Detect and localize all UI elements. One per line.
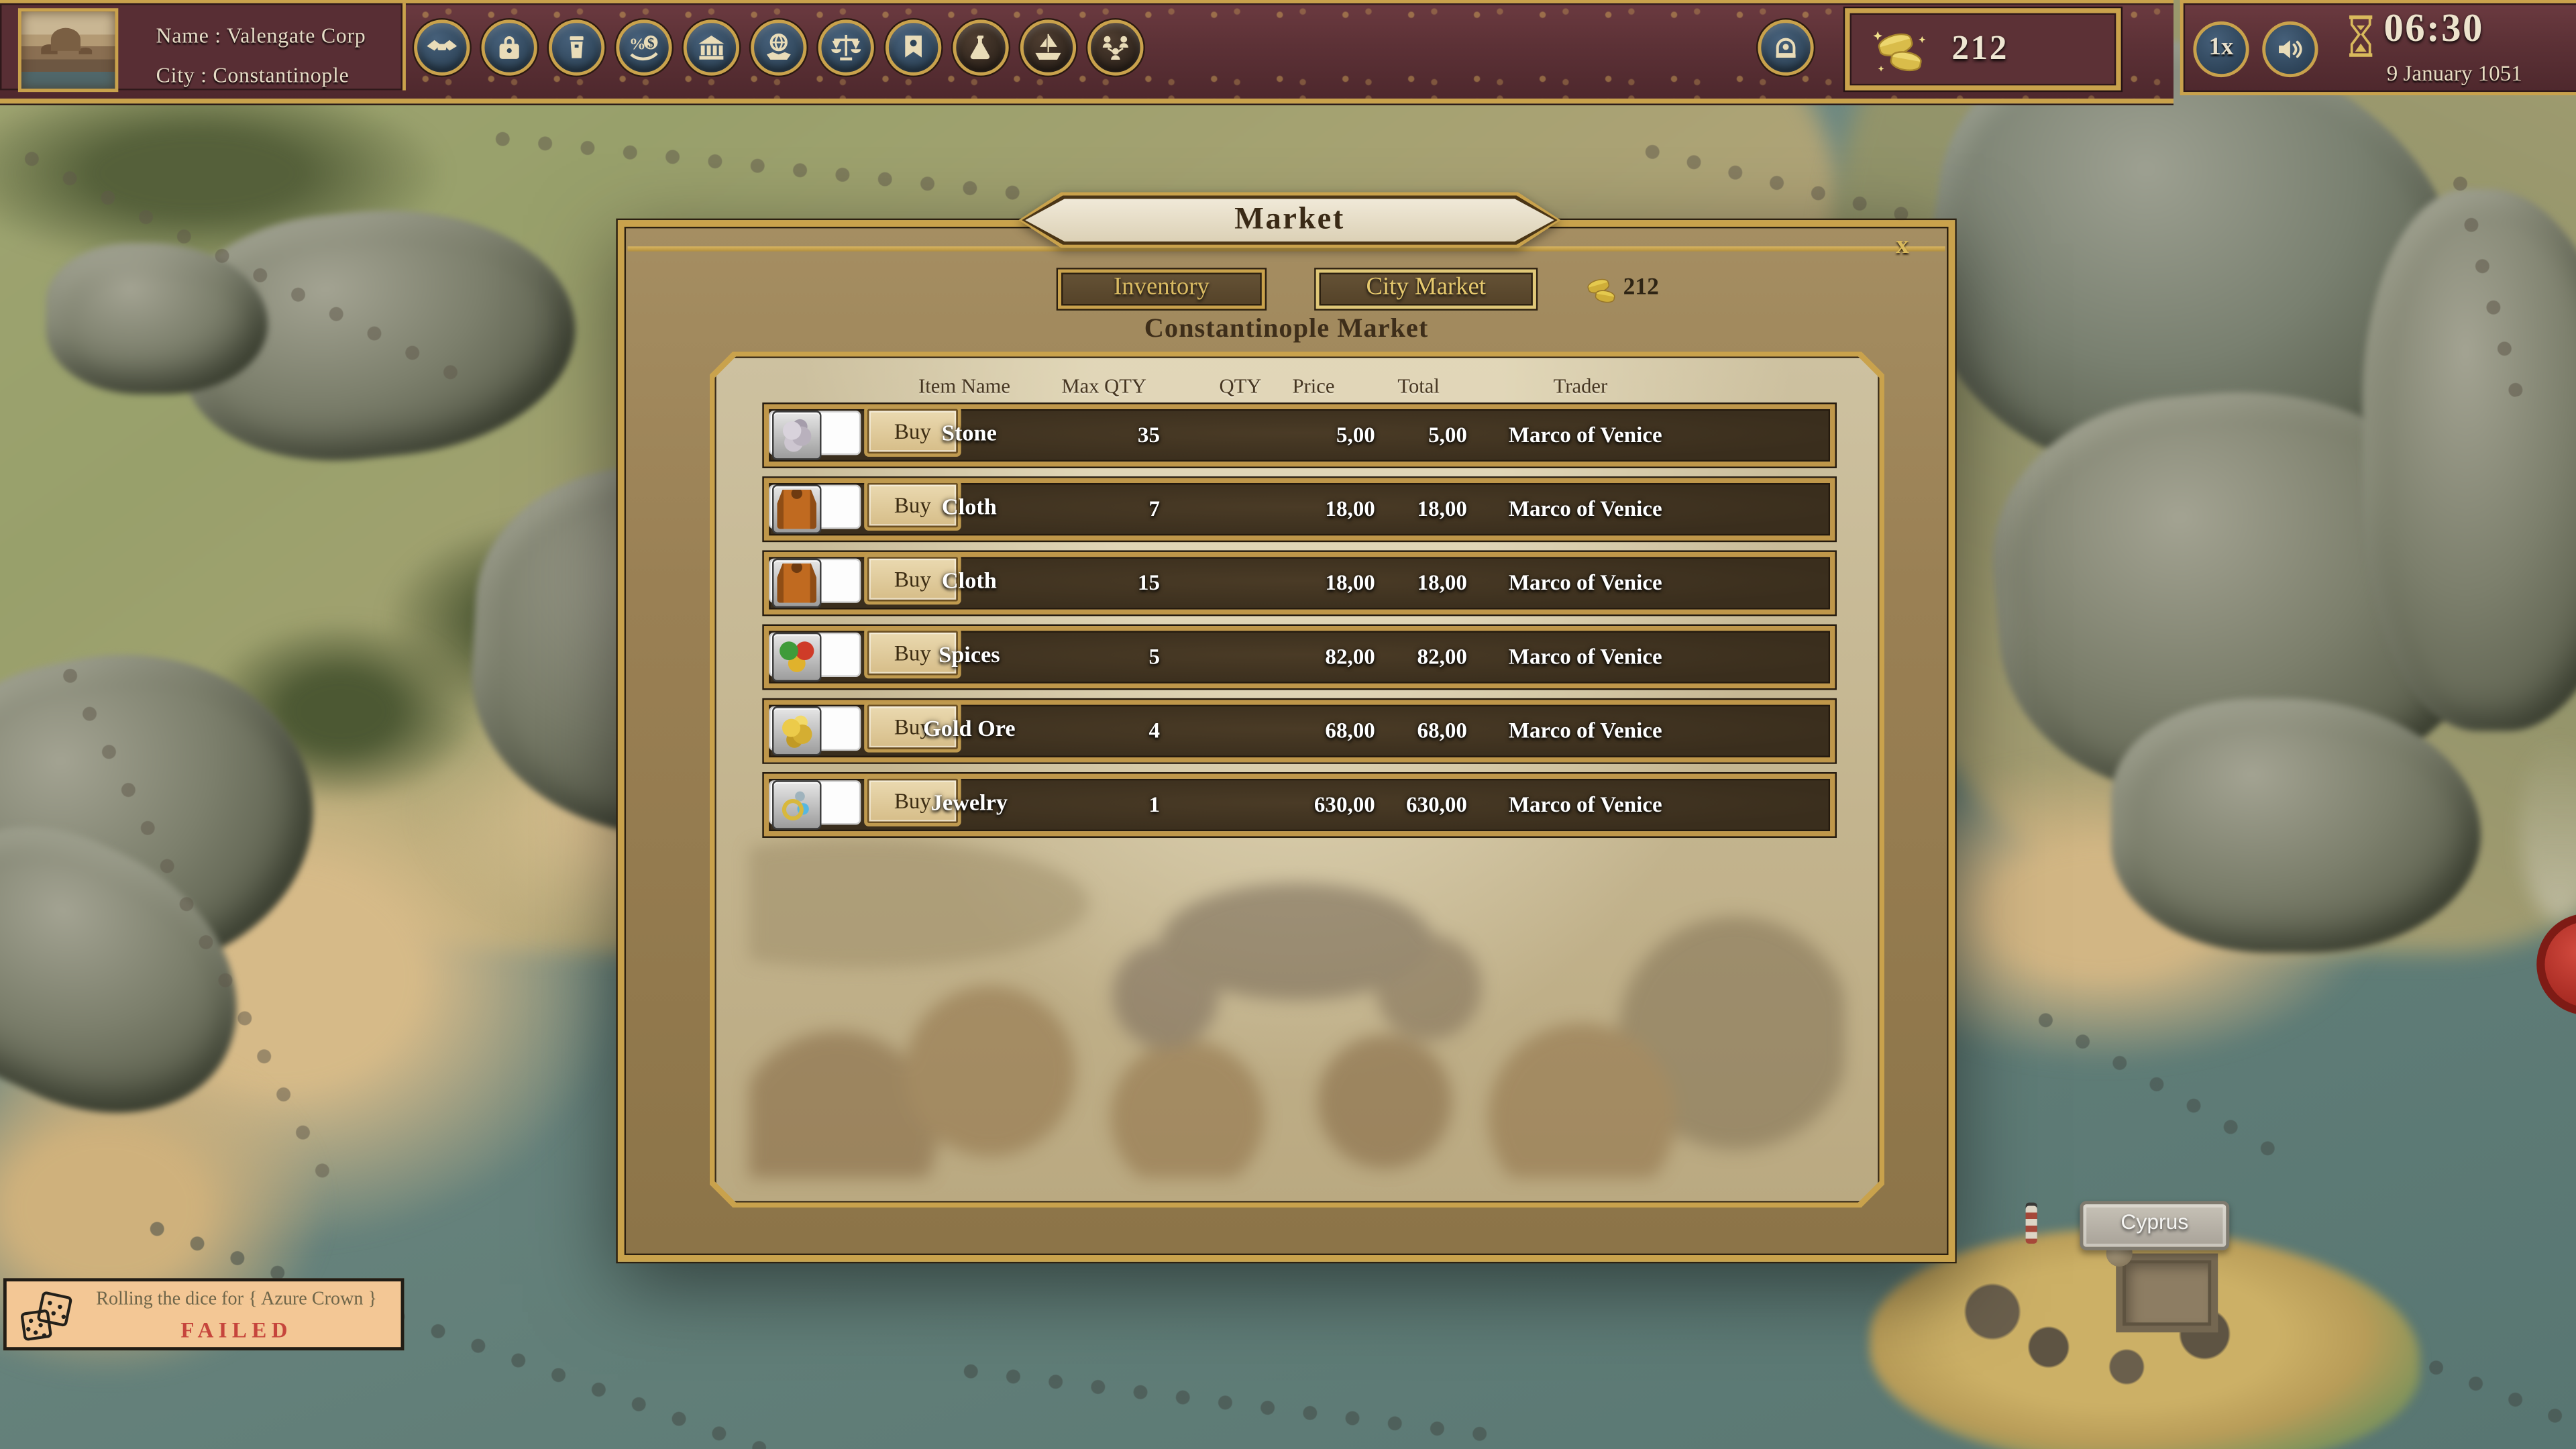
trader-name: Marco of Venice <box>1475 705 1695 757</box>
total-value: 18,00 <box>1380 557 1467 609</box>
cyprus-town <box>1955 1262 2267 1393</box>
price-value: 630,00 <box>1262 779 1375 831</box>
dialog-title: Market <box>1025 199 1554 241</box>
banner-crest-icon[interactable] <box>885 19 941 75</box>
speaker-icon <box>2272 32 2308 68</box>
price-value: 68,00 <box>1262 705 1375 757</box>
price-value: 5,00 <box>1262 409 1375 462</box>
crown-portrait-icon[interactable] <box>1758 19 1813 75</box>
max-qty-value: 7 <box>1058 483 1160 535</box>
podium-icon[interactable] <box>549 19 604 75</box>
item-icon <box>772 780 821 829</box>
handshake-icon[interactable] <box>414 19 470 75</box>
game-screen: Cyprus Name : Valengate Corp City : Cons… <box>0 0 2576 1449</box>
dice-roll-notification: Rolling the dice for { Azure Crown } FAI… <box>3 1278 405 1350</box>
market-table-frame: Item Name Max QTY QTY Price Total Trader… <box>710 352 1884 1208</box>
dialog-subtitle: Constantinople Market <box>625 312 1949 345</box>
col-total: Total <box>1375 370 1462 402</box>
item-icon <box>772 559 821 608</box>
ship-icon[interactable] <box>1020 19 1076 75</box>
player-city: City : Constantinople <box>156 62 350 89</box>
trader-name: Marco of Venice <box>1475 631 1695 683</box>
company-people-icon[interactable] <box>1087 19 1143 75</box>
max-qty-value: 1 <box>1058 779 1160 831</box>
svg-text:%: % <box>629 36 646 54</box>
trader-name: Marco of Venice <box>1475 483 1695 535</box>
market-table-panel: Item Name Max QTY QTY Price Total Trader… <box>714 356 1879 1202</box>
sound-button[interactable] <box>2262 21 2318 77</box>
satchel-icon[interactable] <box>482 19 537 75</box>
svg-text:$: $ <box>647 35 655 51</box>
table-row: Stone 35 5,00 5,00 Marco of Venice Buy <box>764 404 1835 466</box>
max-qty-value: 35 <box>1058 409 1160 462</box>
game-date: 9 January 1051 <box>2331 61 2576 87</box>
table-row: Spices 5 82,00 82,00 Marco of Venice Buy <box>764 626 1835 688</box>
hourglass-icon <box>2346 15 2375 58</box>
table-row: Gold Ore 4 68,00 68,00 Marco of Venice B… <box>764 700 1835 762</box>
table-row: Cloth 15 18,00 18,00 Marco of Venice Buy <box>764 552 1835 614</box>
tab-inventory[interactable]: Inventory <box>1058 270 1265 309</box>
total-value: 18,00 <box>1380 483 1467 535</box>
player-name: Name : Valengate Corp <box>156 23 366 49</box>
clock-time: 06:30 <box>2383 8 2483 52</box>
col-max-qty: Max QTY <box>1053 370 1155 402</box>
col-price: Price <box>1256 370 1370 402</box>
coins-amount: 212 <box>1951 28 2008 69</box>
notification-message: Rolling the dice for { Azure Crown } <box>79 1289 394 1309</box>
close-icon[interactable]: x <box>1896 231 1909 261</box>
coins-icon <box>1873 26 1929 75</box>
trader-name: Marco of Venice <box>1475 557 1695 609</box>
total-value: 82,00 <box>1380 631 1467 683</box>
loan-percent-icon[interactable]: %$ <box>616 19 672 75</box>
total-value: 68,00 <box>1380 705 1467 757</box>
notification-status: FAILED <box>79 1318 394 1344</box>
item-icon <box>772 706 821 755</box>
trade-globe-icon[interactable] <box>751 19 806 75</box>
tab-city-market[interactable]: City Market <box>1316 270 1536 309</box>
alchemy-flask-icon[interactable] <box>953 19 1008 75</box>
coins-panel: 212 <box>1845 8 2121 90</box>
trade-route-dots <box>960 1360 1501 1446</box>
market-table-rows: Stone 35 5,00 5,00 Marco of Venice Buy C… <box>764 404 1835 847</box>
price-value: 18,00 <box>1262 483 1375 535</box>
price-value: 82,00 <box>1262 631 1375 683</box>
item-icon <box>772 633 821 682</box>
game-speed-button[interactable]: 1x <box>2193 21 2249 77</box>
max-qty-value: 15 <box>1058 557 1160 609</box>
col-trader: Trader <box>1470 370 1690 402</box>
bank-icon[interactable] <box>684 19 739 75</box>
dialog-coins-amount: 212 <box>1623 274 1659 303</box>
total-value: 630,00 <box>1380 779 1467 831</box>
coins-icon <box>1584 274 1620 306</box>
item-icon <box>772 411 821 460</box>
table-header: Item Name Max QTY QTY Price Total Trader <box>764 370 1835 402</box>
market-scene-backdrop <box>749 796 1844 1177</box>
dice-icon <box>18 1289 74 1345</box>
trader-name: Marco of Venice <box>1475 779 1695 831</box>
player-panel: Name : Valengate Corp City : Constantino… <box>0 3 406 91</box>
scales-icon[interactable] <box>818 19 874 75</box>
item-icon <box>772 484 821 533</box>
price-value: 18,00 <box>1262 557 1375 609</box>
dialog-title-banner: Market <box>1018 193 1560 248</box>
lighthouse <box>2026 1206 2037 1244</box>
table-row: Cloth 7 18,00 18,00 Marco of Venice Buy <box>764 478 1835 541</box>
time-panel: 1x 06:30 9 January 1051 <box>2180 0 2576 95</box>
max-qty-value: 5 <box>1058 631 1160 683</box>
top-bar: Name : Valengate Corp City : Constantino… <box>0 0 2174 103</box>
cyprus-castle <box>2116 1254 2218 1333</box>
total-value: 5,00 <box>1380 409 1467 462</box>
market-dialog: x Inventory City Market 212 Constantinop… <box>618 220 1955 1262</box>
city-portrait <box>18 8 118 92</box>
max-qty-value: 4 <box>1058 705 1160 757</box>
mountain <box>2363 189 2576 731</box>
trader-name: Marco of Venice <box>1475 409 1695 462</box>
table-row: Jewelry 1 630,00 630,00 Marco of Venice … <box>764 773 1835 836</box>
city-label-cyprus[interactable]: Cyprus <box>2080 1201 2229 1250</box>
